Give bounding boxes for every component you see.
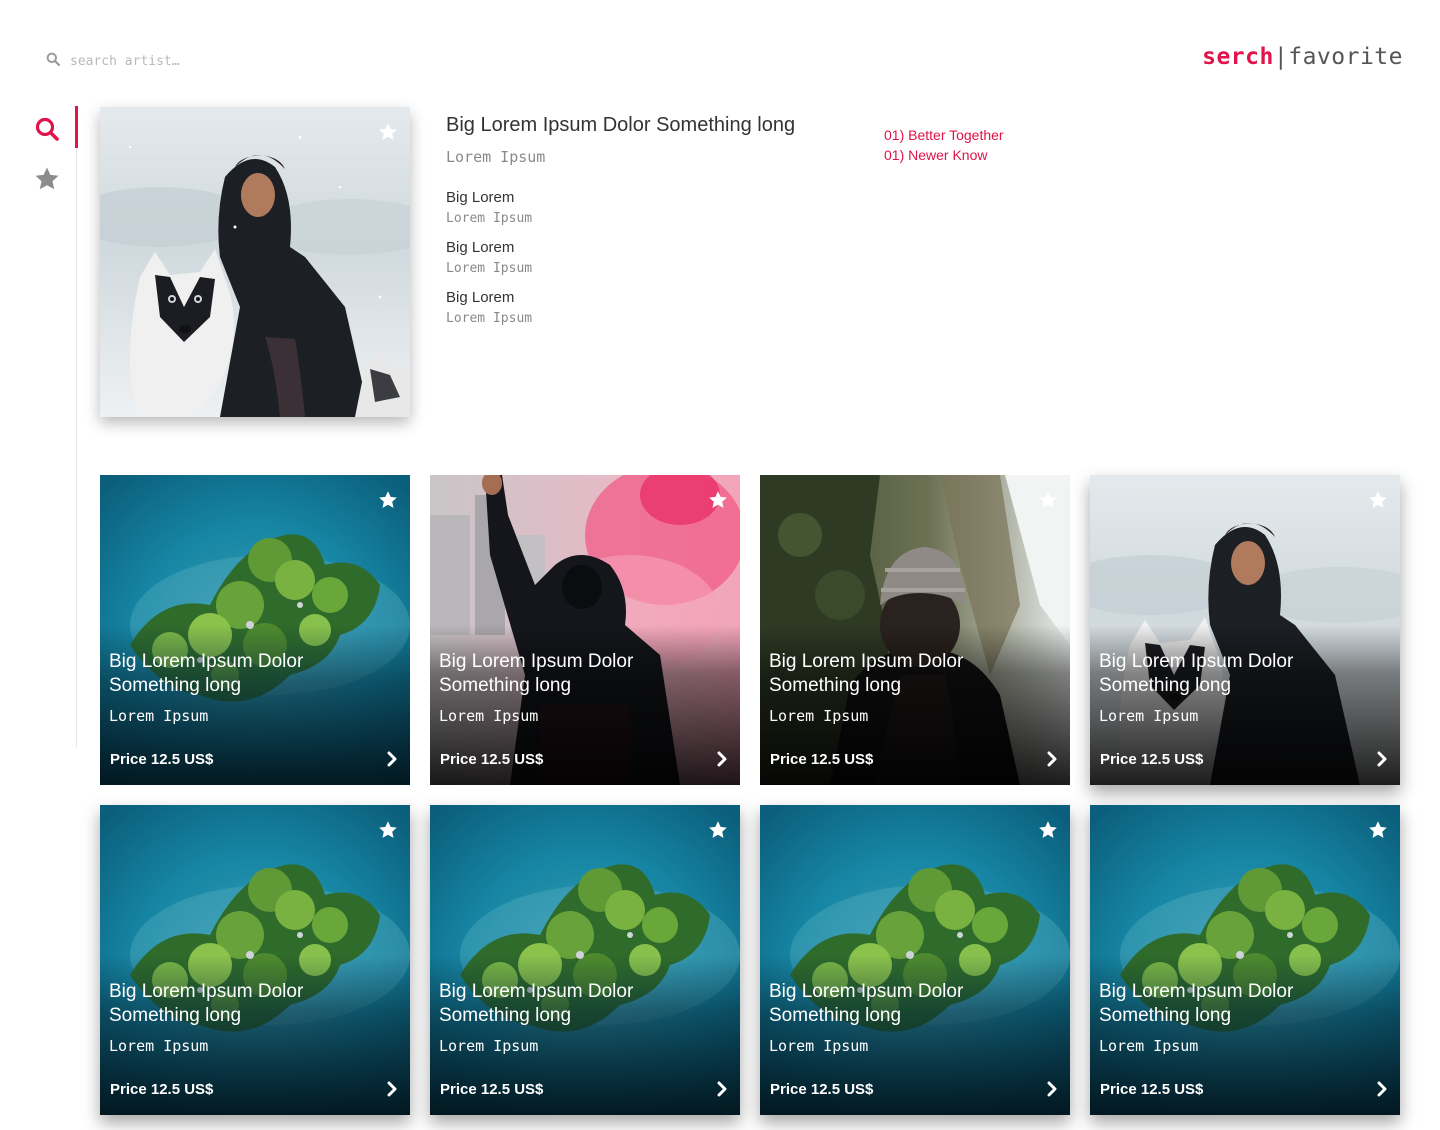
sidebar-item-favorites[interactable] — [34, 166, 60, 192]
star-icon — [1039, 491, 1057, 508]
favorite-star-button[interactable] — [708, 820, 728, 840]
info-item-value: Lorem Ipsum — [446, 211, 533, 226]
result-card[interactable]: Big Lorem Ipsum Dolor Something long Lore… — [760, 475, 1070, 785]
chevron-right-icon[interactable] — [1376, 1081, 1388, 1097]
info-item-title: Big Lorem — [446, 289, 515, 306]
result-card[interactable]: Big Lorem Ipsum Dolor Something long Lore… — [100, 475, 410, 785]
card-subtitle: Lorem Ipsum — [439, 1037, 539, 1055]
result-card[interactable]: Big Lorem Ipsum Dolor Something long Lore… — [1090, 475, 1400, 785]
track-list: 01) Better Together 01) Newer Know — [884, 125, 1004, 165]
card-title: Big Lorem Ipsum Dolor Something long — [1099, 981, 1294, 1026]
favorite-star-button[interactable] — [1038, 820, 1058, 840]
favorite-star-button[interactable] — [1368, 820, 1388, 840]
info-item-value: Lorem Ipsum — [446, 261, 533, 276]
card-price: Price 12.5 US$ — [1100, 751, 1204, 768]
chevron-right-icon[interactable] — [1046, 751, 1058, 767]
card-subtitle: Lorem Ipsum — [1099, 1037, 1199, 1055]
star-icon — [35, 167, 59, 190]
chevron-right-icon[interactable] — [1376, 751, 1388, 767]
info-item: Big Lorem Lorem Ipsum — [446, 288, 826, 338]
card-price: Price 12.5 US$ — [110, 751, 214, 768]
brand-part-favorite: favorite — [1288, 44, 1403, 70]
search-icon — [46, 52, 61, 71]
card-title: Big Lorem Ipsum Dolor Something long — [109, 981, 304, 1026]
result-card[interactable]: Big Lorem Ipsum Dolor Something long Lore… — [1090, 805, 1400, 1115]
woman-with-husky-image — [100, 107, 410, 417]
favorite-star-button[interactable] — [1368, 490, 1388, 510]
track-link[interactable]: 01) Newer Know — [884, 145, 1004, 165]
card-subtitle: Lorem Ipsum — [1099, 707, 1199, 725]
card-subtitle: Lorem Ipsum — [769, 1037, 869, 1055]
result-card[interactable]: Big Lorem Ipsum Dolor Something long Lore… — [760, 805, 1070, 1115]
card-title: Big Lorem Ipsum Dolor Something long — [1099, 651, 1294, 696]
card-price: Price 12.5 US$ — [1100, 1081, 1204, 1098]
star-icon — [379, 123, 397, 140]
info-item: Big Lorem Lorem Ipsum — [446, 188, 826, 238]
card-title: Big Lorem Ipsum Dolor Something long — [769, 981, 964, 1026]
sidebar-divider — [76, 106, 77, 748]
star-icon — [379, 821, 397, 838]
search-bar — [46, 50, 346, 72]
detail-subtitle: Lorem Ipsum — [446, 148, 546, 166]
chevron-right-icon[interactable] — [386, 751, 398, 767]
favorite-star-button[interactable] — [378, 122, 398, 142]
chevron-right-icon[interactable] — [716, 1081, 728, 1097]
favorite-star-button[interactable] — [1038, 490, 1058, 510]
favorite-star-button[interactable] — [378, 820, 398, 840]
card-subtitle: Lorem Ipsum — [439, 707, 539, 725]
track-link[interactable]: 01) Better Together — [884, 125, 1004, 145]
card-title: Big Lorem Ipsum Dolor Something long — [439, 981, 634, 1026]
card-price: Price 12.5 US$ — [770, 751, 874, 768]
sidebar-active-indicator — [75, 106, 78, 148]
brand-part-search: serch — [1202, 44, 1274, 70]
result-card[interactable]: Big Lorem Ipsum Dolor Something long Lore… — [100, 805, 410, 1115]
card-title: Big Lorem Ipsum Dolor Something long — [109, 651, 304, 696]
detail-cover-image — [100, 107, 410, 417]
card-title: Big Lorem Ipsum Dolor Something long — [439, 651, 634, 696]
card-price: Price 12.5 US$ — [770, 1081, 874, 1098]
info-item-title: Big Lorem — [446, 189, 515, 206]
detail-title: Big Lorem Ipsum Dolor Something long — [446, 114, 796, 136]
chevron-right-icon[interactable] — [1046, 1081, 1058, 1097]
info-item: Big Lorem Lorem Ipsum — [446, 238, 826, 288]
card-title: Big Lorem Ipsum Dolor Something long — [769, 651, 964, 696]
star-icon — [379, 491, 397, 508]
result-card[interactable]: Big Lorem Ipsum Dolor Something long Lore… — [430, 805, 740, 1115]
chevron-right-icon[interactable] — [386, 1081, 398, 1097]
card-price: Price 12.5 US$ — [440, 1081, 544, 1098]
search-input[interactable] — [70, 53, 330, 69]
chevron-right-icon[interactable] — [716, 751, 728, 767]
info-item-value: Lorem Ipsum — [446, 311, 533, 326]
star-icon — [1369, 491, 1387, 508]
card-subtitle: Lorem Ipsum — [769, 707, 869, 725]
detail-info-list: Big Lorem Lorem Ipsum Big Lorem Lorem Ip… — [446, 188, 826, 338]
star-icon — [1039, 821, 1057, 838]
card-price: Price 12.5 US$ — [110, 1081, 214, 1098]
favorite-star-button[interactable] — [708, 490, 728, 510]
star-icon — [709, 821, 727, 838]
search-icon — [35, 117, 59, 141]
card-subtitle: Lorem Ipsum — [109, 707, 209, 725]
card-subtitle: Lorem Ipsum — [109, 1037, 209, 1055]
star-icon — [709, 491, 727, 508]
brand-logo: serch|favorite — [1202, 44, 1403, 70]
star-icon — [1369, 821, 1387, 838]
sidebar-item-search[interactable] — [34, 116, 60, 142]
info-item-title: Big Lorem — [446, 239, 515, 256]
result-card[interactable]: Big Lorem Ipsum Dolor Something long Lore… — [430, 475, 740, 785]
card-price: Price 12.5 US$ — [440, 751, 544, 768]
brand-separator: | — [1273, 44, 1289, 70]
favorite-star-button[interactable] — [378, 490, 398, 510]
